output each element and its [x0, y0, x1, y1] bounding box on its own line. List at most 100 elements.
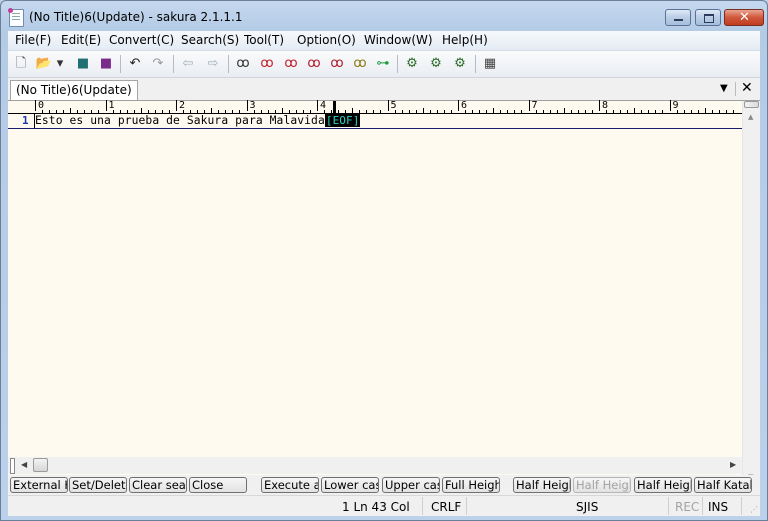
fkey-button[interactable]: Set/Delete — [69, 477, 127, 493]
fkey-button[interactable]: Lower case — [321, 477, 379, 493]
common-settings-icon[interactable]: ⚙ — [403, 55, 421, 73]
ruler-tick — [84, 110, 86, 113]
scroll-up-icon[interactable]: ▲ — [748, 113, 753, 121]
line-ending[interactable]: CRLF — [431, 500, 461, 514]
scroll-left-icon[interactable]: ◀ — [21, 460, 27, 469]
ruler-cursor-marker — [333, 101, 336, 113]
horizontal-scroll-thumb[interactable] — [33, 458, 48, 472]
ruler-tick — [436, 110, 438, 113]
tab-bar: (No Title)6(Update) ▼ ✕ — [8, 78, 760, 100]
type-settings-icon[interactable]: ⚙ — [427, 55, 445, 73]
ruler-tick — [690, 110, 692, 113]
save-as-icon[interactable]: ■ — [97, 55, 115, 73]
line-text[interactable]: Esto es una prueba de Sakura para Malavi… — [34, 114, 361, 128]
ruler-tick — [49, 110, 51, 113]
text-editor[interactable]: 0123456789 1 Esto es una prueba de Sakur… — [8, 100, 760, 489]
ruler-tick — [676, 110, 678, 113]
minimize-button[interactable] — [665, 9, 691, 26]
horizontal-scrollbar[interactable]: ◀ ▶ — [8, 457, 742, 474]
ruler-tick — [493, 108, 495, 113]
outline-icon[interactable]: ⊶ — [374, 55, 392, 73]
search-next-icon[interactable]: ꝏ — [258, 55, 276, 73]
ruler-tick — [154, 110, 156, 113]
ruler-tick — [486, 110, 488, 113]
ruler-tick — [63, 110, 65, 113]
ruler-tick — [535, 110, 537, 113]
move-back-icon[interactable]: ⇦ — [179, 55, 197, 73]
fkey-button[interactable]: Close — [189, 477, 247, 493]
ruler-tick — [606, 110, 608, 113]
redo-icon[interactable]: ↷ — [149, 55, 167, 73]
ruler-tick — [267, 110, 269, 113]
ruler-tick — [211, 108, 213, 113]
fkey-button[interactable]: Half Heigh — [513, 477, 571, 493]
status-separator — [466, 497, 467, 515]
open-file-icon[interactable]: 📂 — [35, 55, 53, 73]
fkey-button[interactable]: Full Heigh — [442, 477, 500, 493]
ruler-tick — [465, 110, 467, 113]
fkey-button[interactable]: Half Katak — [694, 477, 752, 493]
status-separator — [741, 497, 742, 515]
open-dropdown-icon[interactable]: ▾ — [54, 55, 66, 73]
insert-mode[interactable]: INS — [708, 500, 728, 514]
menu-convert[interactable]: Convert(C) — [109, 33, 174, 47]
tab-document[interactable]: (No Title)6(Update) — [10, 80, 138, 100]
replace-icon[interactable]: ꝏ — [305, 55, 323, 73]
ruler-tick — [563, 108, 565, 113]
ruler-tick — [514, 110, 516, 113]
fkey-button[interactable]: Half Heigh — [573, 477, 631, 493]
menu-edit[interactable]: Edit(E) — [61, 33, 101, 47]
vertical-scrollbar[interactable]: ▲ ▼ — [742, 101, 760, 489]
ruler-tick — [584, 110, 586, 113]
ruler-tick — [627, 110, 629, 113]
column-ruler[interactable]: 0123456789 — [8, 100, 742, 114]
menu-option[interactable]: Option(O) — [297, 33, 356, 47]
font-settings-icon[interactable]: ⚙ — [451, 55, 469, 73]
save-icon[interactable]: ■ — [74, 55, 92, 73]
undo-icon[interactable]: ↶ — [126, 55, 144, 73]
ruler-tick — [394, 110, 396, 113]
maximize-button[interactable] — [695, 9, 721, 26]
ruler-tick — [620, 110, 622, 113]
tab-list-dropdown-icon[interactable]: ▼ — [720, 83, 728, 94]
window-list-icon[interactable]: ▦ — [481, 55, 499, 73]
ruler-tick — [556, 110, 558, 113]
scroll-right-icon[interactable]: ▶ — [730, 460, 736, 469]
vertical-scroll-thumb[interactable] — [744, 101, 759, 108]
toolbar-separator — [228, 55, 229, 73]
split-handle[interactable] — [10, 458, 15, 474]
fkey-button[interactable]: Half Heigh — [634, 477, 692, 493]
ruler-tick — [450, 110, 452, 113]
menu-help[interactable]: Help(H) — [442, 33, 488, 47]
menu-search[interactable]: Search(S) — [181, 33, 239, 47]
search-prev-icon[interactable]: ꝏ — [282, 55, 300, 73]
menu-file[interactable]: File(F) — [15, 33, 51, 47]
fkey-button[interactable]: Upper case — [382, 477, 440, 493]
ruler-tick — [274, 110, 276, 113]
window-title: (No Title)6(Update) - sakura 2.1.1.1 — [29, 10, 243, 24]
close-button[interactable]: ✕ — [724, 9, 764, 26]
new-file-icon[interactable]: 🗋 — [12, 55, 30, 73]
encoding[interactable]: SJIS — [576, 500, 598, 514]
title-bar[interactable]: (No Title)6(Update) - sakura 2.1.1.1 ✕ — [1, 1, 767, 31]
editor-line[interactable]: 1 Esto es una prueba de Sakura para Mala… — [8, 114, 742, 129]
tab-close-icon[interactable]: ✕ — [741, 80, 753, 96]
menu-tool[interactable]: Tool(T) — [244, 33, 284, 47]
notepad-icon[interactable] — [8, 8, 24, 27]
ruler-tick — [98, 110, 100, 113]
resize-grip-icon[interactable]: ⋰ — [750, 505, 758, 514]
menu-window[interactable]: Window(W) — [364, 33, 433, 47]
ruler-tick — [338, 110, 340, 113]
fkey-button[interactable]: Execute ar — [261, 477, 319, 493]
ruler-tick — [359, 110, 361, 113]
fkey-button[interactable]: Clear sear — [129, 477, 187, 493]
ruler-tick — [42, 110, 44, 113]
fkey-button[interactable]: External H — [10, 477, 68, 493]
function-key-bar: External H Set/Delete Clear sear Close E… — [8, 475, 760, 495]
grep-icon[interactable]: ꝏ — [351, 55, 369, 73]
move-forward-icon[interactable]: ⇨ — [204, 55, 222, 73]
ruler-tick — [683, 110, 685, 113]
search-icon[interactable]: ꝏ — [234, 55, 252, 73]
ruler-tick — [500, 110, 502, 113]
clear-search-mark-icon[interactable]: ꝏ — [328, 55, 346, 73]
